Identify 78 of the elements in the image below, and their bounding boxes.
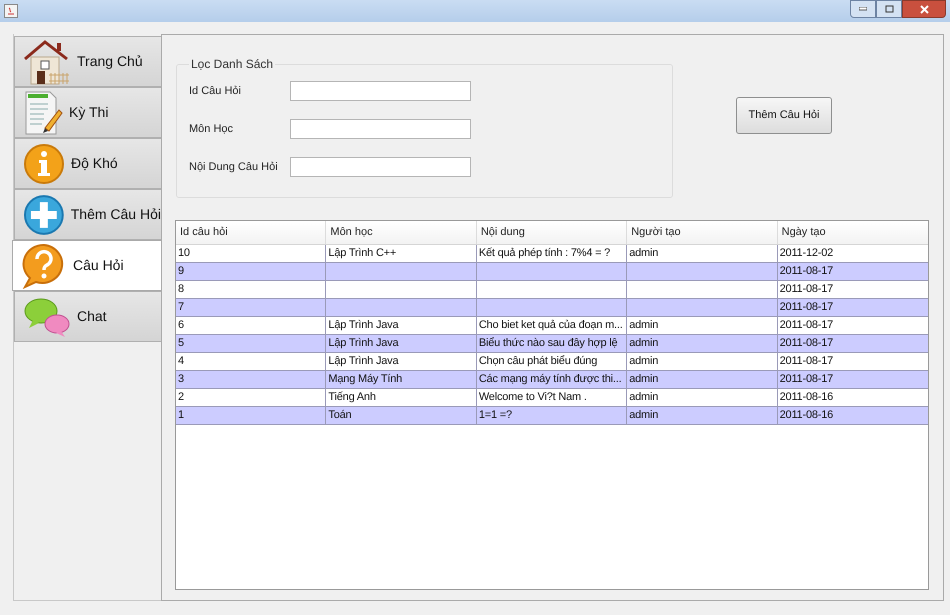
table-cell-text: 2011-08-17: [778, 264, 834, 280]
table-cell: 10: [176, 245, 326, 262]
table-cell: admin: [627, 245, 778, 262]
table-cell: admin: [627, 407, 778, 424]
table-cell-text: 2011-08-17: [778, 318, 834, 334]
table-cell: admin: [627, 353, 778, 370]
house-icon: [23, 38, 71, 84]
text-field[interactable]: [290, 157, 471, 177]
table-cell-text: 2011-08-16: [778, 390, 834, 406]
table-cell: 9: [176, 263, 326, 280]
close-button[interactable]: [902, 0, 946, 18]
table-cell: Cho biet ket quả của đoạn m...: [476, 317, 628, 334]
table-cell: Lập Trình Java: [326, 353, 477, 370]
table-cell-text: 2011-08-16: [778, 408, 834, 424]
table-cell: Toán: [326, 407, 477, 424]
sidebar-tab[interactable]: Chat: [14, 291, 162, 342]
tab-label: Câu Hỏi: [73, 256, 124, 275]
minimize-button[interactable]: [850, 0, 876, 18]
minimize-icon: [859, 7, 867, 11]
table-cell-text: 2011-08-17: [778, 282, 834, 298]
sidebar-tab[interactable]: Thêm Câu Hỏi: [14, 189, 162, 240]
sidebar-tab[interactable]: Trang Chủ: [14, 36, 162, 87]
restore-icon: [884, 5, 894, 13]
column-header[interactable]: Môn học: [326, 221, 477, 244]
field-label: Id Câu Hỏi: [189, 84, 242, 99]
table-cell-text: 2011-12-02: [778, 246, 834, 262]
table-cell: Chọn câu phát biểu đúng: [476, 353, 628, 370]
table-cell: 1: [176, 407, 326, 424]
text-field[interactable]: [290, 81, 471, 101]
sidebar-tab[interactable]: Câu Hỏi: [12, 240, 162, 291]
tab-label: Chat: [77, 307, 107, 326]
table-cell-text: 2011-08-17: [778, 372, 834, 388]
table-cell: 2: [176, 389, 326, 406]
table-cell: admin: [627, 335, 778, 352]
table-cell: admin: [627, 389, 778, 406]
table-cell: Các mạng máy tính được thi...: [476, 371, 628, 388]
table-cell: Lập Trình Java: [326, 335, 477, 352]
table-cell: Mạng Máy Tính: [326, 371, 477, 388]
table-cell: Tiếng Anh: [326, 389, 477, 406]
chat-bubbles-icon: [23, 296, 71, 338]
table-cell-text: 2011-08-17: [778, 300, 834, 316]
group-title: Lọc Danh Sách: [190, 56, 274, 73]
table-cell: 7: [176, 299, 326, 316]
text-field[interactable]: [290, 119, 471, 139]
table-cell: Welcome to Vi?t Nam .: [476, 389, 628, 406]
field-label: Nội Dung Câu Hỏi: [189, 160, 279, 175]
table-cell: 3: [176, 371, 326, 388]
tab-label: Độ Khó: [71, 154, 118, 173]
document-pencil-icon: [23, 90, 63, 136]
field-label: Môn Học: [189, 122, 234, 137]
plus-icon: [23, 194, 65, 236]
table-cell: 5: [176, 335, 326, 352]
column-header[interactable]: Nội dung: [476, 221, 628, 244]
table-cell: admin: [627, 317, 778, 334]
table-cell: Kết quả phép tính : 7%4 = ?: [476, 245, 628, 262]
info-icon: [23, 142, 65, 184]
table-cell: 8: [176, 281, 326, 298]
tab-label: Kỳ Thi: [69, 103, 108, 122]
sidebar-tab[interactable]: Kỳ Thi: [14, 87, 162, 138]
column-header[interactable]: Id câu hỏi: [176, 221, 326, 244]
table-cell-text: 2011-08-17: [778, 354, 834, 370]
table-cell-text: 2011-08-17: [778, 336, 834, 352]
table-cell: Biểu thức nào sau đây hợp lệ: [476, 335, 628, 352]
table-cell: 4: [176, 353, 326, 370]
table-cell: admin: [627, 371, 778, 388]
maximize-button[interactable]: [876, 0, 902, 18]
table-cell: 6: [176, 317, 326, 334]
add-question-button[interactable]: Thêm Câu Hỏi: [736, 97, 832, 134]
column-header[interactable]: Người tạo: [627, 221, 778, 244]
table-cell: Lập Trình C++: [326, 245, 477, 262]
column-header[interactable]: Ngày tạo: [778, 221, 928, 244]
app-icon: [4, 4, 18, 18]
close-icon: [920, 4, 928, 14]
tab-label: Thêm Câu Hỏi: [70, 205, 161, 224]
sidebar-tab[interactable]: Độ Khó: [14, 138, 162, 189]
table-cell: Lập Trình Java: [326, 317, 477, 334]
tab-label: Trang Chủ: [77, 52, 143, 71]
table-cell: 1=1 =?: [476, 407, 628, 424]
